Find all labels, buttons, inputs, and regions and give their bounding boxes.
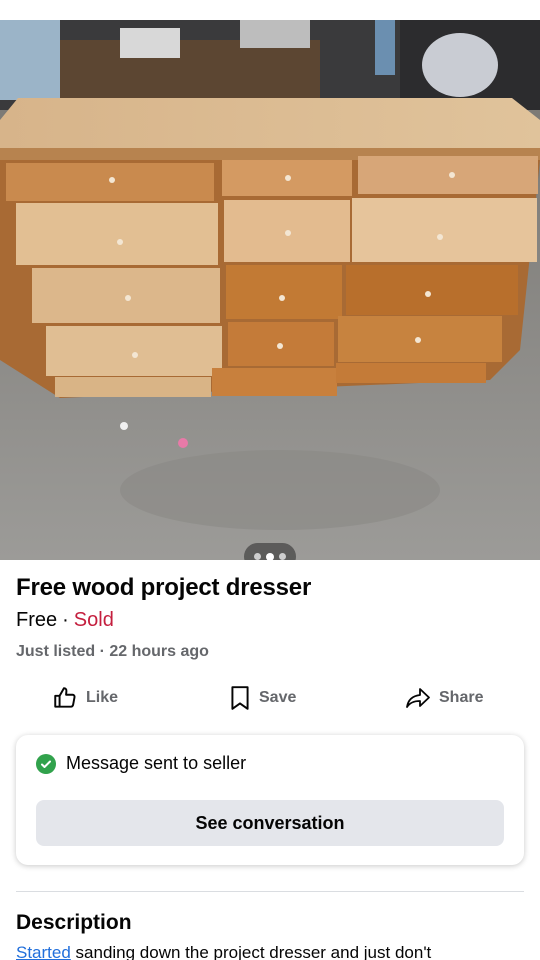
- section-divider: [16, 891, 524, 892]
- see-conversation-button[interactable]: See conversation: [36, 800, 504, 846]
- share-arrow-icon: [405, 686, 431, 710]
- dresser-photo-illustration: [0, 20, 540, 560]
- pager-dot-active: [266, 552, 274, 560]
- price-line: Free · Sold: [16, 609, 114, 632]
- message-card: Message sent to seller See conversation: [16, 735, 524, 865]
- listed-time: Just listed · 22 hours ago: [16, 643, 209, 660]
- description-body: sanding down the project dresser and jus…: [70, 943, 432, 960]
- price-separator: ·: [62, 609, 69, 631]
- save-label: Save: [259, 689, 297, 706]
- share-label: Share: [439, 689, 484, 706]
- like-label: Like: [86, 689, 119, 706]
- top-bar: [0, 0, 540, 20]
- bookmark-icon: [229, 685, 251, 711]
- share-button[interactable]: Share: [405, 680, 483, 716]
- description-text: Started sanding down the project dresser…: [16, 942, 524, 960]
- like-button[interactable]: Like: [52, 680, 118, 716]
- pager-dot: [254, 553, 261, 560]
- photo-pager[interactable]: [244, 543, 296, 560]
- action-bar: Like Save Share: [0, 680, 540, 716]
- listing-title: Free wood project dresser: [16, 574, 312, 601]
- pager-dot: [279, 553, 286, 560]
- message-status: Message sent to seller: [36, 753, 246, 774]
- check-circle-icon: [36, 753, 56, 774]
- status-badge: Sold: [73, 609, 114, 631]
- message-status-text: Message sent to seller: [66, 753, 247, 773]
- description-heading: Description: [16, 911, 132, 934]
- thumbs-up-icon: [52, 685, 78, 711]
- listing-photo[interactable]: [0, 20, 540, 560]
- save-button[interactable]: Save: [229, 680, 296, 716]
- description-link[interactable]: Started: [16, 943, 71, 960]
- listing-price: Free: [16, 609, 58, 631]
